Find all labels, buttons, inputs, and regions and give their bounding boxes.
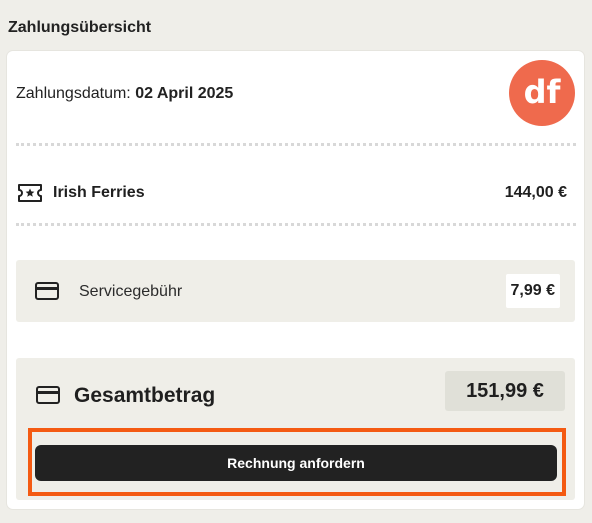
credit-card-icon — [36, 385, 60, 405]
section-title: Zahlungsübersicht — [8, 19, 152, 36]
brand-logo-mark: df — [524, 73, 562, 111]
total-label: Gesamtbetrag — [74, 384, 216, 407]
payment-date-label: Zahlungsdatum: — [16, 85, 136, 102]
ticket-icon — [17, 183, 43, 203]
line-item-label: Irish Ferries — [53, 184, 145, 201]
payment-date-value: 02 April 2025 — [135, 85, 234, 102]
brand-logo: df — [509, 60, 575, 126]
credit-card-icon — [35, 281, 59, 301]
service-fee-box: Servicegebühr 7,99 € — [16, 260, 575, 322]
svg-text:df: df — [524, 73, 562, 111]
total-amount: 151,99 € — [445, 371, 565, 411]
line-item-amount: 144,00 € — [504, 184, 567, 201]
service-fee-amount: 7,99 € — [505, 274, 560, 308]
line-item-irish-ferries: Irish Ferries 144,00 € — [17, 179, 567, 207]
service-fee-label: Servicegebühr — [79, 283, 183, 300]
request-invoice-button[interactable]: Rechnung anfordern — [35, 445, 557, 481]
payment-date-row: Zahlungsdatum: 02 April 2025 — [16, 85, 233, 103]
divider — [16, 223, 576, 226]
divider — [16, 143, 576, 146]
